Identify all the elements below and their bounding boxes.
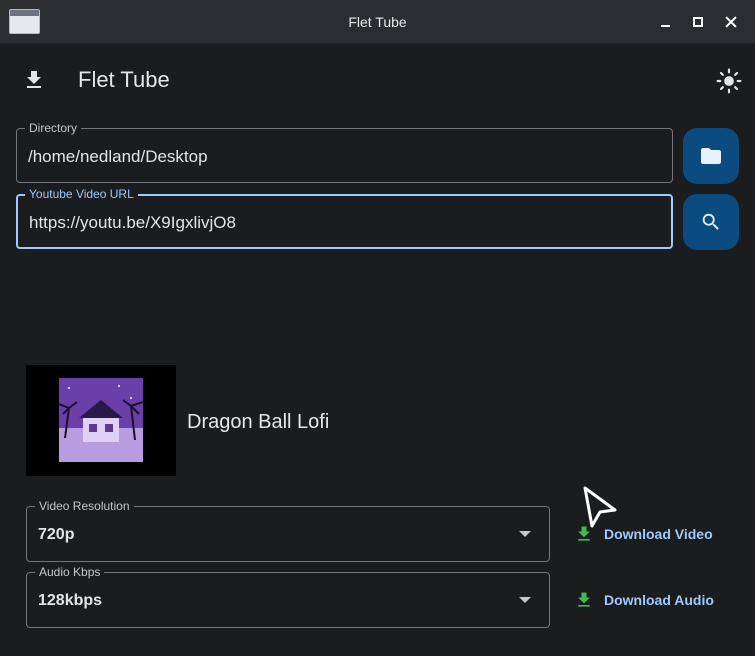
video-resolution-value: 720p — [38, 526, 75, 543]
audio-kbps-dropdown[interactable]: Audio Kbps 128kbps — [26, 564, 550, 628]
audio-kbps-label: Audio Kbps — [35, 564, 105, 580]
download-audio-button[interactable]: Download Audio — [570, 582, 718, 618]
download-icon — [22, 68, 46, 92]
download-video-label: Download Video — [604, 526, 713, 542]
youtube-url-value[interactable]: https://youtu.be/X9IgxlivjO8 — [29, 213, 236, 233]
close-button[interactable] — [721, 12, 741, 32]
youtube-url-label: Youtube Video URL — [25, 186, 138, 202]
maximize-icon — [693, 17, 703, 27]
app-title: Flet Tube — [78, 67, 170, 92]
light-mode-icon[interactable] — [716, 68, 742, 94]
download-audio-label: Download Audio — [604, 592, 714, 608]
youtube-url-field[interactable]: Youtube Video URL https://youtu.be/X9Igx… — [16, 186, 673, 249]
audio-kbps-value: 128kbps — [38, 592, 103, 609]
window-title: Flet Tube — [348, 14, 407, 30]
video-resolution-dropdown[interactable]: Video Resolution 720p — [26, 498, 550, 562]
minimize-icon — [660, 25, 670, 27]
maximize-button[interactable] — [688, 12, 708, 32]
minimize-button[interactable] — [655, 12, 675, 32]
folder-icon — [701, 148, 721, 164]
search-button[interactable] — [683, 194, 739, 250]
directory-value[interactable]: /home/nedland/Desktop — [28, 147, 208, 167]
dropdown-arrow-icon[interactable] — [519, 597, 531, 603]
dropdown-arrow-icon[interactable] — [519, 531, 531, 537]
search-icon — [702, 213, 719, 230]
video-thumbnail — [26, 365, 176, 476]
close-icon — [725, 16, 737, 28]
mouse-cursor-icon — [582, 486, 618, 530]
directory-field[interactable]: Directory /home/nedland/Desktop — [16, 120, 673, 183]
video-title: Dragon Ball Lofi — [187, 411, 330, 433]
video-resolution-label: Video Resolution — [35, 498, 134, 514]
window-titlebar: Flet Tube — [0, 0, 755, 44]
directory-label: Directory — [25, 120, 82, 136]
pick-folder-button[interactable] — [683, 128, 739, 184]
download-icon — [578, 592, 590, 607]
